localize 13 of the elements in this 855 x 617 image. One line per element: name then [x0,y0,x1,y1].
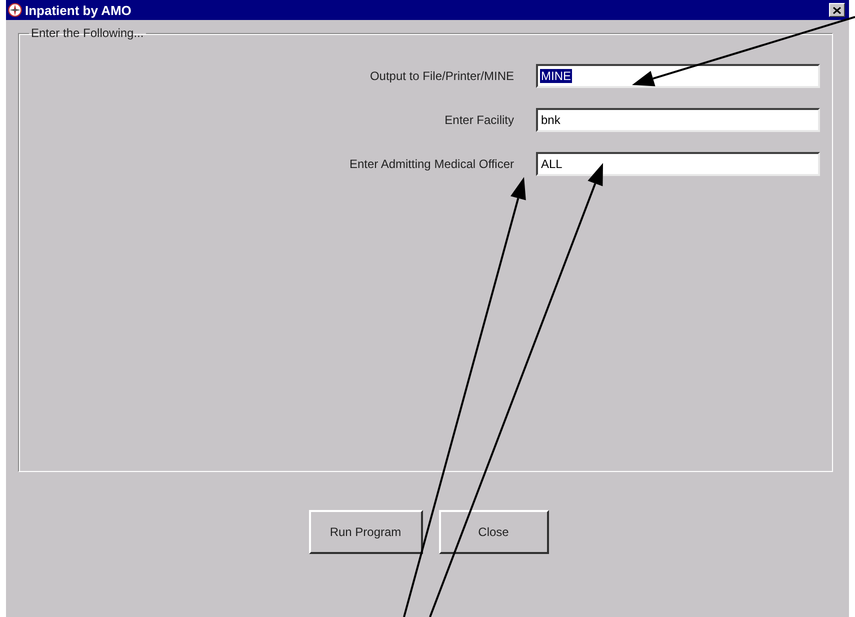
close-icon [833,6,841,14]
field-label: Enter Facility [444,113,514,127]
field-label: Output to File/Printer/MINE [370,69,514,83]
field-label: Enter Admitting Medical Officer [349,157,514,171]
compass-icon [8,3,22,17]
text-field[interactable]: MINE [536,64,820,88]
close-button[interactable] [829,3,845,17]
run-button[interactable]: Run Program [308,510,422,554]
text-field[interactable]: ALL [536,152,820,176]
group-title: Enter the Following... [30,26,145,40]
close-dialog-button[interactable]: Close [438,510,548,554]
window-title: Inpatient by AMO [25,2,132,18]
text-field[interactable]: bnk [536,108,820,132]
